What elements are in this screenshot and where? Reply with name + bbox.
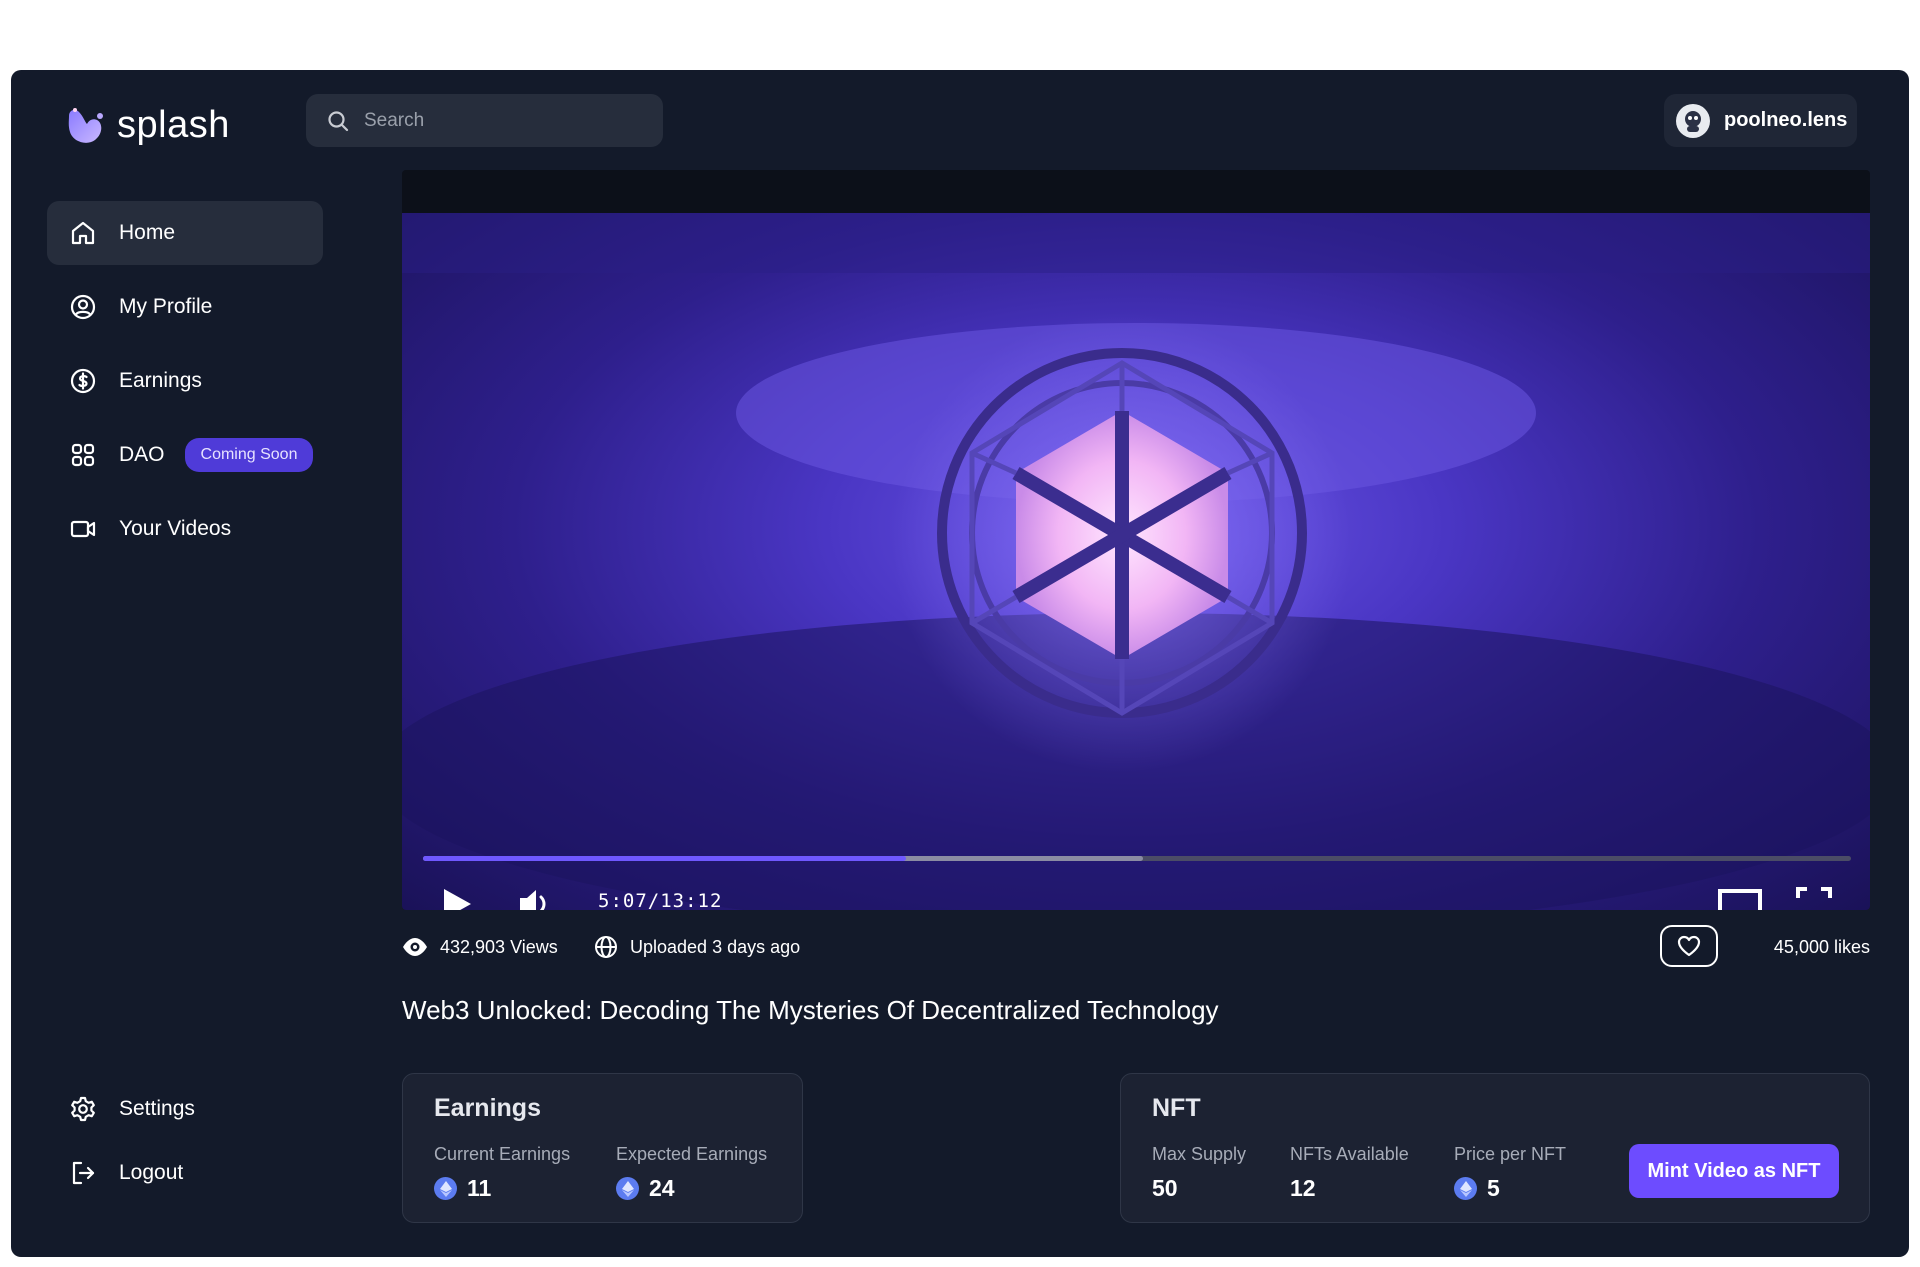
- theater-mode-icon[interactable]: [1717, 888, 1763, 910]
- search-bar[interactable]: [306, 94, 663, 147]
- max-supply-stat: Max Supply 50: [1152, 1144, 1246, 1202]
- nfts-available-stat: NFTs Available 12: [1290, 1144, 1409, 1202]
- grid-icon: [71, 443, 95, 467]
- video-thumbnail-image: [402, 213, 1870, 910]
- progress-played: [423, 856, 906, 861]
- volume-icon[interactable]: [517, 886, 551, 910]
- max-supply-label: Max Supply: [1152, 1144, 1247, 1164]
- sidebar-item-label: Your Videos: [119, 517, 232, 540]
- nfts-available-value: 12: [1290, 1175, 1316, 1201]
- expected-earnings-value: 24: [649, 1175, 675, 1201]
- views-text: 432,903 Views: [440, 936, 558, 957]
- max-supply-value: 50: [1152, 1175, 1178, 1201]
- home-icon: [71, 221, 95, 245]
- sidebar-item-label: Logout: [119, 1161, 184, 1184]
- eye-icon: [403, 938, 427, 956]
- app-name: splash: [117, 103, 230, 146]
- sidebar-item-home[interactable]: Home: [47, 201, 323, 265]
- avatar-icon: [1685, 110, 1701, 132]
- sidebar-item-logout[interactable]: Logout: [47, 1141, 323, 1205]
- search-input[interactable]: [364, 109, 644, 132]
- logo[interactable]: splash: [63, 102, 230, 148]
- likes-count: 45,000 likes: [1773, 936, 1870, 957]
- eth-icon: [1454, 1177, 1477, 1200]
- playback-time: 5:07/13:12: [598, 890, 723, 910]
- video-meta-row: 432,903 Views Uploaded 3 days ago 45,000…: [402, 925, 1870, 969]
- views-count: 432,903 Views: [402, 925, 558, 969]
- app-window: splash poolneo.lens Home: [11, 70, 1909, 1257]
- price-per-nft-value: 5: [1487, 1175, 1500, 1201]
- expected-earnings-label: Expected Earnings: [616, 1144, 768, 1164]
- earnings-card-title: Earnings: [434, 1094, 541, 1122]
- sidebar-nav: Home My Profile Earnings DAO Coming Soon…: [47, 201, 323, 571]
- globe-icon: [595, 936, 617, 958]
- sidebar-item-dao[interactable]: DAO Coming Soon: [47, 423, 323, 487]
- price-per-nft-label: Price per NFT: [1454, 1144, 1567, 1164]
- video-frame[interactable]: 5:07/13:12: [402, 213, 1870, 910]
- sidebar-item-earnings[interactable]: Earnings: [47, 349, 323, 413]
- fullscreen-icon[interactable]: [1795, 886, 1833, 910]
- search-icon: [328, 110, 349, 131]
- user-name: poolneo.lens: [1724, 109, 1848, 131]
- video-title: Web3 Unlocked: Decoding The Mysteries Of…: [402, 995, 1219, 1025]
- expected-earnings-stat: Expected Earnings 24: [616, 1144, 767, 1202]
- gear-icon: [71, 1096, 95, 1122]
- user-profile-chip[interactable]: poolneo.lens: [1664, 94, 1857, 147]
- user-circle-icon: [70, 294, 96, 320]
- sidebar-item-label: Earnings: [119, 369, 202, 392]
- price-per-nft-stat: Price per NFT 5: [1454, 1144, 1566, 1202]
- video-player[interactable]: 5:07/13:12: [402, 170, 1870, 910]
- upload-date-text: Uploaded 3 days ago: [630, 936, 801, 957]
- earnings-card: Earnings Current Earnings 11 Expected Ea…: [402, 1073, 803, 1223]
- upload-date: Uploaded 3 days ago: [594, 925, 800, 969]
- sidebar-item-label: Settings: [119, 1097, 195, 1120]
- logout-icon: [72, 1161, 95, 1185]
- video-progress-bar[interactable]: [423, 856, 1851, 861]
- video-camera-icon: [70, 520, 96, 538]
- nft-card-title: NFT: [1152, 1094, 1201, 1122]
- current-earnings-stat: Current Earnings 11: [434, 1144, 570, 1202]
- splash-logo-icon: [68, 108, 103, 143]
- sidebar-item-label: Home: [119, 221, 176, 244]
- avatar: [1676, 103, 1710, 138]
- play-icon[interactable]: [440, 886, 474, 910]
- nfts-available-label: NFTs Available: [1290, 1144, 1409, 1164]
- coming-soon-badge: Coming Soon: [184, 438, 314, 472]
- like-button[interactable]: [1660, 925, 1718, 967]
- dollar-circle-icon: [70, 368, 96, 394]
- nft-card: NFT Max Supply 50 NFTs Available 12 Pric…: [1120, 1073, 1870, 1223]
- current-earnings-value: 11: [467, 1175, 492, 1201]
- eth-icon: [434, 1177, 457, 1200]
- sidebar-item-label: My Profile: [119, 295, 213, 318]
- mint-video-as-nft-button[interactable]: Mint Video as NFT: [1629, 1144, 1839, 1198]
- sidebar-item-settings[interactable]: Settings: [47, 1077, 323, 1141]
- sidebar-item-label: DAO: [119, 443, 165, 466]
- sidebar-bottom-nav: Settings Logout: [47, 1077, 323, 1205]
- sidebar-item-your-videos[interactable]: Your Videos: [47, 497, 323, 561]
- sidebar-item-my-profile[interactable]: My Profile: [47, 275, 323, 339]
- current-earnings-label: Current Earnings: [434, 1144, 571, 1164]
- player-controls: 5:07/13:12: [402, 878, 1870, 910]
- heart-icon: [1677, 935, 1701, 957]
- eth-icon: [616, 1177, 639, 1200]
